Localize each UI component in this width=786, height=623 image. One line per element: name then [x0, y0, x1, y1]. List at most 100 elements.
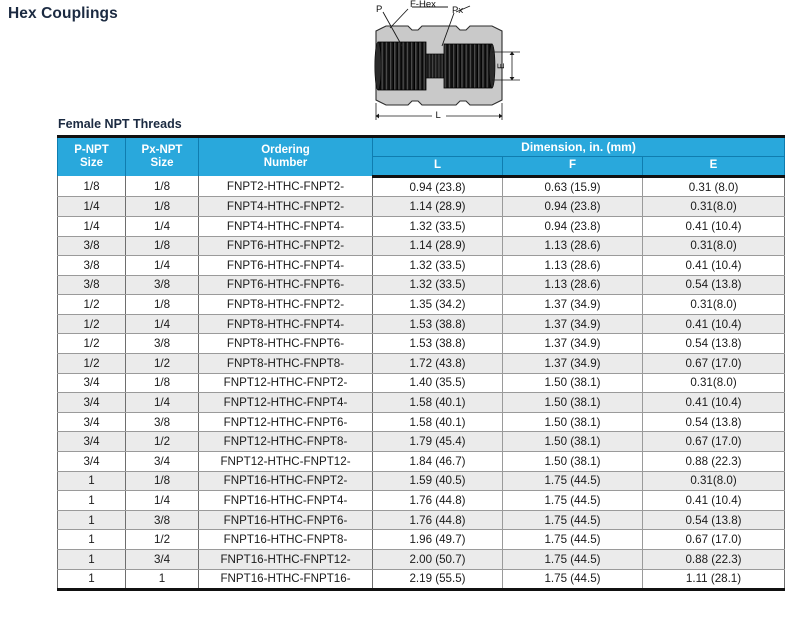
col-header-line1: Ordering: [261, 143, 310, 156]
cell-px: 1/8: [125, 294, 199, 315]
cell-p: 1/2: [57, 353, 126, 374]
cell-f: 1.75 (44.5): [502, 549, 643, 570]
cell-p: 1/2: [57, 333, 126, 355]
cell-p: 1/2: [57, 314, 126, 335]
cell-e: 0.67 (17.0): [642, 431, 786, 453]
page-title: Hex Couplings: [8, 5, 118, 22]
cell-l: 1.79 (45.4): [372, 431, 503, 453]
hex-coupling-spec-table: P-NPT Size Px-NPT Size Ordering Number D…: [57, 134, 786, 592]
cell-f: 1.37 (34.9): [502, 294, 643, 315]
cell-e: 0.41 (10.4): [642, 255, 786, 276]
cell-f: 1.75 (44.5): [502, 510, 643, 531]
cell-p: 1: [57, 549, 126, 570]
cell-e: 0.41 (10.4): [642, 490, 786, 511]
cell-l: 1.58 (40.1): [372, 412, 503, 433]
table-row: 1 1/2 FNPT16-HTHC-FNPT8- 1.96 (49.7) 1.75 (4…: [57, 529, 786, 550]
cell-p: 1/4: [57, 216, 126, 237]
cell-e: 0.31(8.0): [642, 236, 786, 257]
cell-e: 0.88 (22.3): [642, 549, 786, 570]
cell-px: 1/4: [125, 392, 199, 413]
cell-l: 1.32 (33.5): [372, 255, 503, 276]
cell-order: FNPT12-HTHC-FNPT6-: [198, 412, 373, 433]
cell-l: 1.14 (28.9): [372, 196, 503, 217]
col-header-px-npt-size: Px-NPT Size: [125, 135, 199, 177]
table-row: 1 1/8 FNPT16-HTHC-FNPT2- 1.59 (40.5) 1.75 (4…: [57, 471, 786, 492]
cell-px: 1/4: [125, 216, 199, 237]
table-row: 1/4 1/8 FNPT4-HTHC-FNPT2- 1.14 (28.9) 0.94 (…: [57, 196, 786, 217]
col-header-line2: Size: [150, 157, 174, 170]
cell-px: 3/4: [125, 549, 199, 570]
cell-p: 1: [57, 569, 126, 592]
section-label: Female NPT Threads: [58, 117, 182, 131]
cell-p: 3/8: [57, 236, 126, 257]
label-px: Px: [452, 5, 463, 16]
cell-l: 2.00 (50.7): [372, 549, 503, 570]
cell-order: FNPT16-HTHC-FNPT2-: [198, 471, 373, 492]
cell-l: 1.72 (43.8): [372, 353, 503, 374]
table-row: 3/8 3/8 FNPT6-HTHC-FNPT6- 1.32 (33.5) 1.13 (…: [57, 275, 786, 296]
cell-order: FNPT4-HTHC-FNPT4-: [198, 216, 373, 237]
cell-px: 3/8: [125, 333, 199, 355]
cell-l: 1.32 (33.5): [372, 216, 503, 237]
cell-f: 1.37 (34.9): [502, 353, 643, 374]
col-header-e: E: [641, 156, 786, 178]
cell-order: FNPT2-HTHC-FNPT2-: [198, 176, 373, 198]
col-header-ordering-number: Ordering Number: [198, 135, 373, 177]
cell-p: 3/8: [57, 255, 126, 276]
table-row: 1/2 3/8 FNPT8-HTHC-FNPT6- 1.53 (38.8) 1.37 (…: [57, 333, 786, 355]
cell-f: 1.75 (44.5): [502, 529, 643, 550]
col-header-dimension-group: Dimension, in. (mm): [371, 134, 786, 158]
cell-p: 1/8: [57, 176, 126, 198]
cell-order: FNPT6-HTHC-FNPT4-: [198, 255, 373, 276]
cell-l: 1.32 (33.5): [372, 275, 503, 296]
cell-order: FNPT16-HTHC-FNPT4-: [198, 490, 373, 511]
cell-order: FNPT12-HTHC-FNPT12-: [198, 451, 373, 472]
cell-l: 1.14 (28.9): [372, 236, 503, 257]
table-row: 3/4 1/8 FNPT12-HTHC-FNPT2- 1.40 (35.5) 1.50 …: [57, 373, 786, 394]
cell-e: 0.54 (13.8): [642, 412, 786, 433]
cell-p: 3/4: [57, 412, 126, 433]
cell-e: 0.88 (22.3): [642, 451, 786, 472]
thread-left-p: [374, 41, 427, 91]
col-header-p-npt-size: P-NPT Size: [57, 135, 126, 177]
cell-px: 1/2: [125, 431, 199, 453]
col-header-line1: Px-NPT: [141, 143, 183, 156]
label-e: E: [496, 63, 506, 69]
cell-p: 1: [57, 529, 126, 550]
cell-px: 1/8: [125, 236, 199, 257]
table-row: 3/4 3/4 FNPT12-HTHC-FNPT12- 1.84 (46.7) 1.50…: [57, 451, 786, 472]
cell-l: 1.58 (40.1): [372, 392, 503, 413]
cell-order: FNPT8-HTHC-FNPT4-: [198, 314, 373, 335]
cell-order: FNPT6-HTHC-FNPT6-: [198, 275, 373, 296]
spec-table-container: P-NPT Size Px-NPT Size Ordering Number D…: [57, 134, 786, 592]
table-row: 1/2 1/8 FNPT8-HTHC-FNPT2- 1.35 (34.2) 1.37 (…: [57, 294, 786, 315]
cell-px: 3/8: [125, 275, 199, 296]
cell-px: 3/8: [125, 510, 199, 531]
cell-e: 0.31(8.0): [642, 471, 786, 492]
cell-l: 1.53 (38.8): [372, 333, 503, 355]
cell-p: 1/4: [57, 196, 126, 217]
cell-f: 1.37 (34.9): [502, 333, 643, 355]
cell-f: 1.37 (34.9): [502, 314, 643, 335]
cell-order: FNPT12-HTHC-FNPT8-: [198, 431, 373, 453]
cell-px: 1/4: [125, 490, 199, 511]
cell-e: 0.54 (13.8): [642, 333, 786, 355]
cell-order: FNPT6-HTHC-FNPT2-: [198, 236, 373, 257]
cell-e: 0.67 (17.0): [642, 353, 786, 374]
cell-px: 1/8: [125, 176, 199, 198]
cell-f: 1.75 (44.5): [502, 471, 643, 492]
cell-e: 0.41 (10.4): [642, 216, 786, 237]
cell-e: 0.31(8.0): [642, 196, 786, 217]
cell-px: 1: [125, 569, 199, 592]
cell-l: 2.19 (55.5): [372, 569, 503, 592]
cell-order: FNPT16-HTHC-FNPT6-: [198, 510, 373, 531]
table-row: 3/8 1/8 FNPT6-HTHC-FNPT2- 1.14 (28.9) 1.13 (…: [57, 236, 786, 257]
cell-l: 1.40 (35.5): [372, 373, 503, 394]
cell-f: 0.63 (15.9): [502, 176, 643, 198]
table-body: 1/8 1/8 FNPT2-HTHC-FNPT2- 0.94 (23.8) 0.63 (…: [57, 176, 786, 592]
cell-l: 1.76 (44.8): [372, 510, 503, 531]
cell-f: 1.50 (38.1): [502, 451, 643, 472]
cell-p: 1: [57, 510, 126, 531]
cell-px: 1/4: [125, 255, 199, 276]
cell-e: 1.11 (28.1): [642, 569, 786, 592]
